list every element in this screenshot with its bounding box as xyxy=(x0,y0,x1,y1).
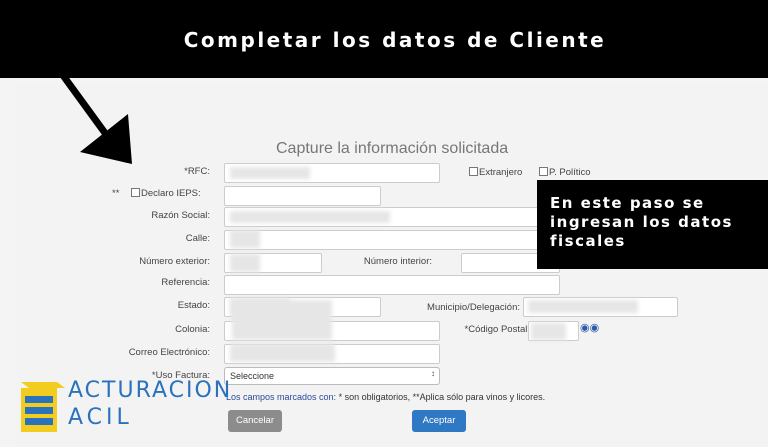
uso-factura-select[interactable]: Seleccione ↕ xyxy=(224,367,440,385)
checkbox-box[interactable] xyxy=(131,188,140,197)
ieps-prefix: ** xyxy=(112,188,120,199)
politico-label: P. Político xyxy=(549,167,591,178)
razon-social-label: Razón Social: xyxy=(151,210,210,221)
ieps-checkbox[interactable]: Declaro IEPS: xyxy=(131,188,201,199)
codigo-postal-label: *Código Postal: xyxy=(464,324,530,335)
calle-field[interactable] xyxy=(224,230,560,250)
codigo-postal-redacted xyxy=(531,323,566,340)
colonia-redacted xyxy=(232,300,332,340)
numero-interior-label: Número interior: xyxy=(363,256,432,267)
municipio-redacted xyxy=(528,300,638,313)
uso-factura-value: Seleccione xyxy=(230,371,275,381)
rfc-value-redacted xyxy=(230,167,310,179)
logo-text-line1: ACTURACION xyxy=(68,378,233,403)
correo-redacted xyxy=(230,344,335,362)
cancel-button[interactable]: Cancelar xyxy=(228,410,282,432)
select-arrow-icon: ↕ xyxy=(431,369,435,378)
municipio-label: Municipio/Delegación: xyxy=(427,302,520,313)
form-title: Capture la información solicitada xyxy=(276,140,509,157)
referencia-label: Referencia: xyxy=(161,277,210,288)
accept-button[interactable]: Aceptar xyxy=(412,410,466,432)
razon-social-redacted xyxy=(230,211,390,223)
rfc-label: *RFC: xyxy=(184,166,210,177)
extranjero-label: Extranjero xyxy=(479,167,523,178)
required-note: Los campos marcados con: * son obligator… xyxy=(226,392,545,402)
politico-checkbox[interactable]: P. Político xyxy=(539,167,591,178)
required-note-link[interactable]: Los campos marcados con: xyxy=(226,392,336,402)
required-note-text: * son obligatorios, **Aplica sólo para v… xyxy=(336,392,546,402)
facturacion-facil-logo-icon xyxy=(21,382,65,432)
extranjero-checkbox[interactable]: Extranjero xyxy=(469,167,522,178)
calle-redacted xyxy=(230,230,260,248)
correo-label: Correo Electrónico: xyxy=(128,347,210,358)
numero-exterior-label: Número exterior: xyxy=(139,256,210,267)
checkbox-box[interactable] xyxy=(469,167,478,176)
ieps-label: Declaro IEPS: xyxy=(141,188,201,199)
referencia-field[interactable] xyxy=(224,275,560,295)
callout-box: En este paso se ingresan los datos fisca… xyxy=(537,180,768,269)
checkbox-box[interactable] xyxy=(539,167,548,176)
estado-label: Estado: xyxy=(177,300,210,311)
banner-title: Completar los datos de Cliente xyxy=(183,28,607,52)
numero-exterior-redacted xyxy=(230,254,260,272)
calle-label: Calle: xyxy=(185,233,210,244)
arrow-icon xyxy=(59,71,132,164)
binoculars-icon[interactable]: ◉◉ xyxy=(580,321,599,334)
ieps-field[interactable] xyxy=(224,186,381,206)
colonia-label: Colonia: xyxy=(175,324,210,335)
logo-text-line2: ACIL xyxy=(68,405,133,430)
